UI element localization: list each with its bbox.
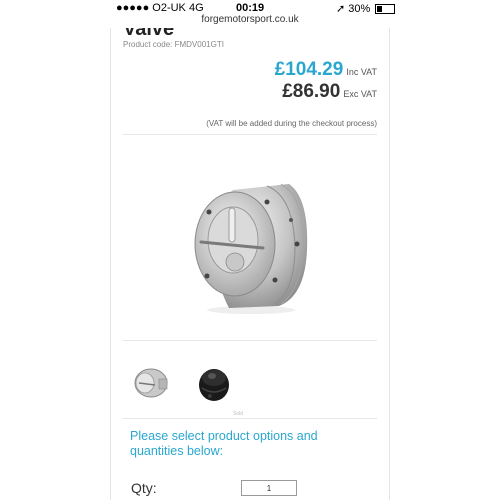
- price-exc-tag: Exc VAT: [343, 89, 377, 99]
- price-exc-amount: £86.90: [282, 81, 341, 102]
- select-options-message: Please select product options and quanti…: [130, 429, 318, 458]
- battery-fill: [377, 6, 383, 13]
- thumbnail-black[interactable]: [190, 358, 240, 408]
- battery-icon: [375, 4, 396, 15]
- thumbnail-silver[interactable]: [125, 358, 175, 408]
- divider: [123, 134, 377, 135]
- product-image[interactable]: [171, 168, 331, 318]
- price-inc-tag: Inc VAT: [346, 67, 377, 77]
- divider: [123, 418, 377, 419]
- price-inc-vat: £104.29 Inc VAT: [275, 59, 377, 81]
- clock: 00:19: [236, 2, 265, 14]
- url-text: forgemotorsport.co.uk: [201, 14, 299, 25]
- vat-note: (VAT will be added during the checkout p…: [206, 119, 377, 128]
- thumbnail-caption: Sold: [233, 411, 244, 417]
- carrier-label: ●●●●● O2-UK 4G: [116, 2, 204, 14]
- price-exc-vat: £86.90 Exc VAT: [282, 81, 377, 103]
- price-inc-amount: £104.29: [274, 59, 344, 80]
- quantity-input[interactable]: [241, 480, 297, 496]
- product-code: Product code: FMDV001GTI: [123, 40, 224, 49]
- divider: [123, 340, 377, 341]
- qty-label: Qty:: [131, 480, 157, 496]
- product-page: Valve Product code: FMDV001GTI £104.29 In…: [110, 28, 390, 500]
